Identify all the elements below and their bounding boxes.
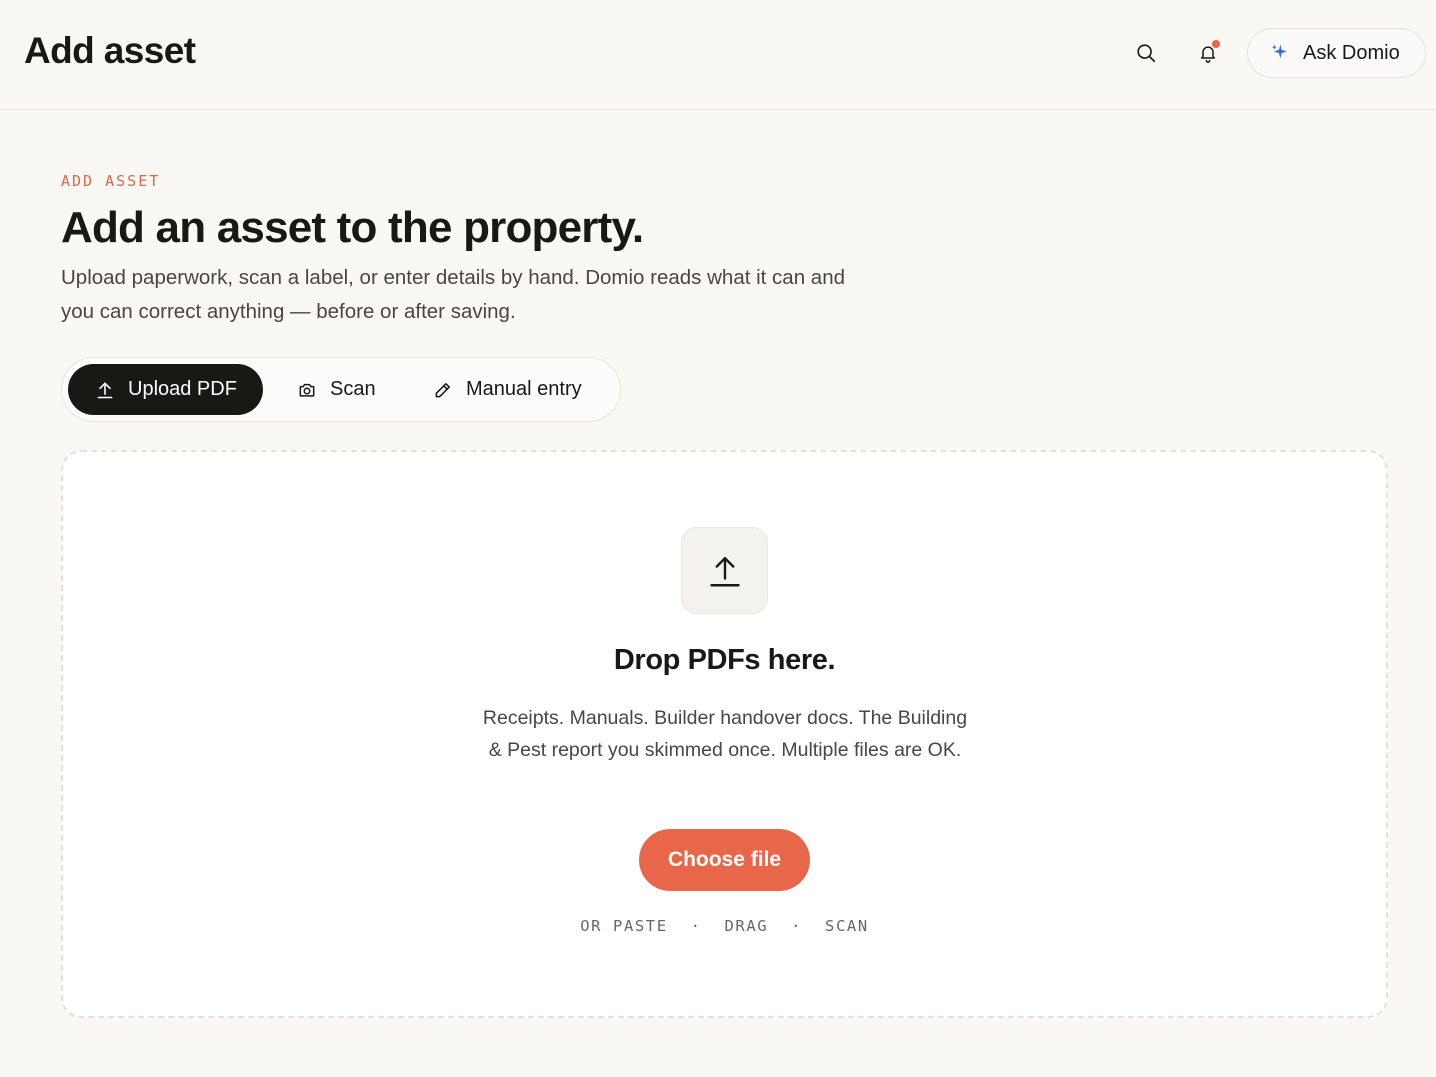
- search-button[interactable]: [1126, 33, 1166, 73]
- dropzone-title: Drop PDFs here.: [613, 644, 836, 676]
- tab-label: Manual entry: [466, 378, 582, 400]
- tab-upload-pdf[interactable]: Upload PDF: [68, 364, 263, 415]
- choose-file-button[interactable]: Choose file: [639, 829, 810, 891]
- pencil-icon: [435, 382, 450, 397]
- notification-dot: [1212, 40, 1220, 48]
- section-headline: Add an asset to the property.: [61, 203, 644, 252]
- camera-icon: [299, 383, 315, 397]
- top-bar: Add asset Ask Domio: [0, 0, 1436, 110]
- tab-scan[interactable]: Scan: [286, 364, 396, 415]
- dropzone-icon-tile: [681, 527, 768, 614]
- ask-domio-label: Ask Domio: [1303, 41, 1400, 64]
- input-method-tabs: Upload PDF Scan Manual entry: [61, 357, 621, 422]
- alt-option-drag: DRAG: [724, 917, 769, 935]
- page-title: Add asset: [24, 30, 196, 71]
- search-icon: [1137, 44, 1156, 63]
- upload-arrow-icon: [709, 556, 740, 586]
- alt-option-scan: SCAN: [825, 917, 869, 935]
- separator: ·: [690, 917, 702, 935]
- dropzone-description: Receipts. Manuals. Builder handover docs…: [482, 707, 968, 761]
- upload-icon: [97, 382, 113, 398]
- section-eyebrow: ADD ASSET: [61, 172, 161, 190]
- separator: ·: [791, 917, 803, 935]
- alt-option-paste: OR PASTE: [580, 917, 668, 935]
- ask-domio-button[interactable]: Ask Domio: [1247, 28, 1426, 78]
- sparkle-icon: [1271, 44, 1287, 59]
- section-description: Upload paperwork, scan a label, or enter…: [61, 266, 846, 323]
- pdf-dropzone[interactable]: Drop PDFs here. Receipts. Manuals. Build…: [61, 450, 1388, 1018]
- tab-label: Scan: [330, 378, 376, 400]
- alternative-options: OR PASTE · DRAG · SCAN: [63, 917, 1386, 935]
- notifications-button[interactable]: [1188, 33, 1228, 73]
- tab-manual-entry[interactable]: Manual entry: [424, 364, 614, 415]
- tab-label: Upload PDF: [128, 378, 237, 400]
